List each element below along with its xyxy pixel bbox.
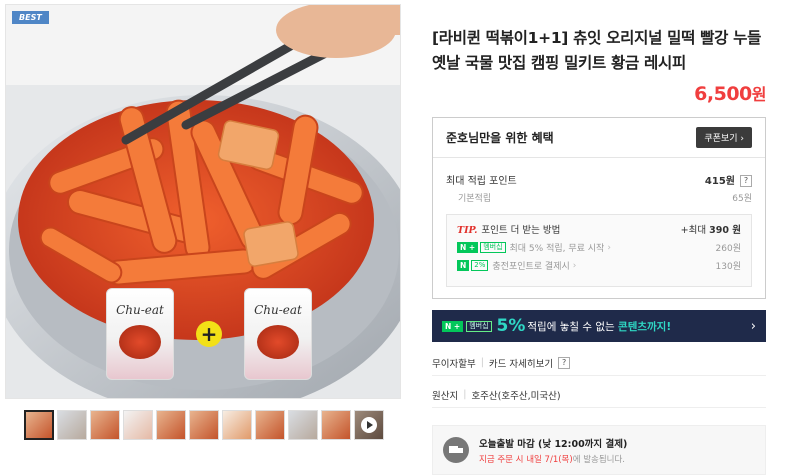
benefit-box: 준호님만을 위한 혜택 쿠폰보기 › 최대 적립 포인트 415원? 기본적립 … (432, 117, 766, 299)
thumbnail-video[interactable] (354, 410, 384, 440)
help-icon[interactable]: ? (740, 175, 752, 187)
max-points-value: 415원 (704, 176, 735, 187)
tip-row-text: 충전포인트로 결제시 (492, 262, 570, 272)
tip-box: TIP. 포인트 더 받는 방법 +최대 390 원 N + 멤버십 최대 5% 적립… (446, 214, 752, 287)
shipping-title: 오늘출발 마감 (낮 12:00까지 결제) (479, 438, 628, 450)
tip-max-value: 390 원 (709, 225, 741, 236)
thumbnail-1[interactable] (24, 410, 54, 440)
divider: | (480, 357, 484, 368)
play-icon (361, 417, 377, 433)
product-title: [라비퀸 떡볶이1+1] 츄잇 오리지널 밀떡 빨강 누들 옛날 국물 맛집 캠… (432, 29, 762, 72)
plus-icon: + (196, 321, 222, 347)
price-unit: 원 (751, 85, 767, 104)
tip-row-charge[interactable]: N 2% 충전포인트로 결제시 › 130원 (457, 259, 741, 272)
npay-logo: N (457, 260, 470, 271)
chevron-right-icon: › (572, 260, 577, 271)
product-gallery: BEST Chu-eat + Chu-eat (5, 4, 401, 440)
price-value: 6,500 (694, 83, 752, 105)
banner-text-main: 적립에 놓칠 수 없는 (527, 320, 619, 333)
product-pack-right: Chu-eat (244, 288, 312, 380)
shipping-rest: 에 발송됩니다. (572, 454, 626, 465)
tip-header: TIP. 포인트 더 받는 방법 +최대 390 원 (457, 222, 741, 236)
chevron-right-icon: › (607, 242, 611, 253)
interest-free-label: 무이자할부 (432, 358, 476, 370)
membership-badge: 멤버십 (480, 242, 506, 253)
thumbnail-7[interactable] (222, 410, 252, 440)
shipping-box: 오늘출발 마감 (낮 12:00까지 결제) 지금 주문 시 내일 7/1(목)… (432, 425, 766, 475)
banner-text: 적립에 놓칠 수 없는 콘텐츠까지! (527, 319, 671, 334)
shipping-date: 지금 주문 시 내일 7/1(목) (479, 454, 573, 465)
thumbnail-4[interactable] (123, 410, 153, 440)
thumbnail-strip (24, 410, 401, 440)
divider: | (463, 389, 467, 400)
tip-max-prefix: +최대 (680, 225, 710, 236)
origin-label: 원산지 (432, 390, 459, 402)
two-percent-badge: 2% (471, 260, 489, 271)
origin-row: 원산지 | 호주산(호주산,미국산) (432, 382, 766, 408)
thumbnail-3[interactable] (90, 410, 120, 440)
tip-label: TIP. (457, 225, 478, 236)
shipping-text: 오늘출발 마감 (낮 12:00까지 결제) 지금 주문 시 내일 7/1(목)… (479, 436, 627, 465)
help-icon[interactable]: ? (558, 356, 571, 369)
base-points-row: 기본적립 65원 (446, 191, 752, 204)
base-points-value: 65원 (732, 194, 752, 204)
tip-row-text: 최대 5% 적립, 무료 시작 (509, 244, 605, 254)
pack-food-image (257, 325, 299, 359)
membership-badge: 멤버십 (466, 320, 492, 332)
banner-percent: 5% (496, 316, 526, 336)
tip-text: 포인트 더 받는 방법 (481, 225, 561, 236)
thumbnail-5[interactable] (156, 410, 186, 440)
shipping-subtitle: 지금 주문 시 내일 7/1(목)에 발송됩니다. (479, 453, 627, 465)
main-product-image[interactable]: BEST Chu-eat + Chu-eat (5, 4, 401, 399)
pack-brand-label: Chu-eat (254, 303, 302, 317)
coupon-button[interactable]: 쿠폰보기 › (696, 127, 752, 148)
base-points-label: 기본적립 (458, 194, 492, 204)
tip-row-value: 260원 (715, 244, 741, 254)
card-details-link[interactable]: 카드 자세히보기 (489, 356, 553, 370)
truck-icon (443, 437, 469, 463)
thumbnail-2[interactable] (57, 410, 87, 440)
thumbnail-10[interactable] (321, 410, 351, 440)
thumbnail-6[interactable] (189, 410, 219, 440)
product-price: 6,500원 (694, 81, 766, 105)
thumbnail-9[interactable] (288, 410, 318, 440)
benefit-title: 준호님만을 위한 혜택 (446, 131, 554, 145)
membership-banner[interactable]: N + 멤버십 5% 적립에 놓칠 수 없는 콘텐츠까지! › (432, 310, 766, 342)
best-badge: BEST (12, 11, 49, 24)
tip-row-membership[interactable]: N + 멤버십 최대 5% 적립, 무료 시작 › 260원 (457, 241, 741, 254)
max-points-label: 최대 적립 포인트 (446, 176, 517, 187)
product-pack-left: Chu-eat (106, 288, 174, 380)
max-points-value-wrap: 415원? (705, 172, 752, 187)
thumbnail-8[interactable] (255, 410, 285, 440)
payment-row: 무이자할부 | 카드 자세히보기 ? (432, 350, 766, 376)
max-points-row: 최대 적립 포인트 415원? (446, 172, 752, 187)
pack-food-image (119, 325, 161, 359)
banner-highlight: 콘텐츠까지! (618, 320, 672, 333)
tip-max: +최대 390 원 (681, 222, 741, 236)
origin-value: 호주산(호주산,미국산) (471, 390, 561, 402)
pack-brand-label: Chu-eat (116, 303, 164, 317)
benefit-header: 준호님만을 위한 혜택 쿠폰보기 › (433, 118, 765, 158)
points-section: 최대 적립 포인트 415원? 기본적립 65원 (433, 172, 765, 204)
npay-logo: N + (442, 320, 464, 332)
tip-row-value: 130원 (715, 262, 741, 272)
npay-logo: N + (457, 242, 479, 253)
chevron-right-icon: › (750, 318, 756, 334)
